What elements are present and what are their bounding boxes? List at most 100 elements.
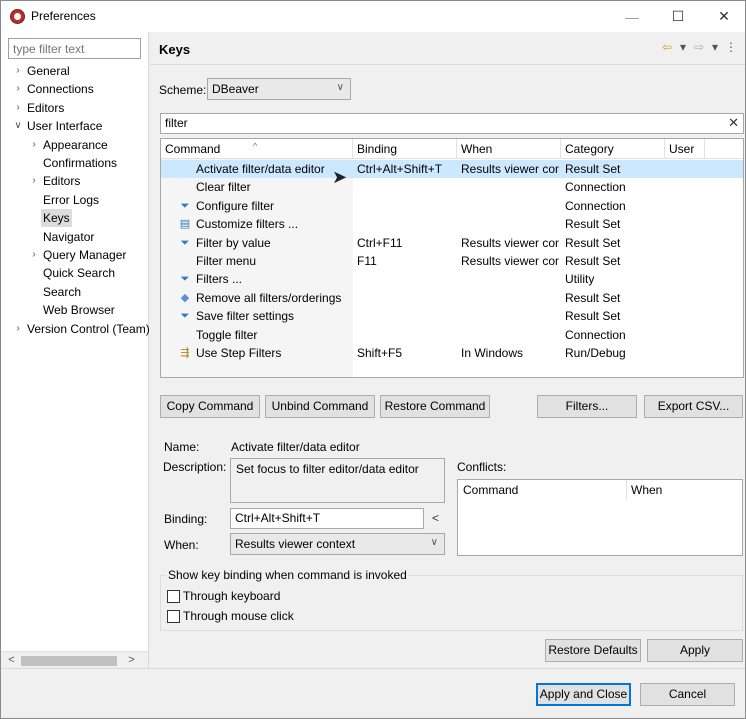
apply-and-close-button[interactable]: Apply and Close: [536, 683, 631, 706]
when-select[interactable]: Results viewer context ∨: [230, 533, 445, 555]
conflicts-table[interactable]: Command When: [457, 479, 743, 556]
back-dropdown-icon[interactable]: ▾: [677, 40, 689, 54]
chevron-right-icon[interactable]: ›: [29, 172, 39, 190]
sidebar-item[interactable]: › Connections: [1, 80, 149, 98]
chevron-right-icon[interactable]: ›: [29, 136, 39, 154]
table-row[interactable]: ⏷ Filter by value Ctrl+F11 Results viewer c…: [161, 234, 743, 252]
sidebar-item[interactable]: › Version Control (Team): [1, 320, 149, 338]
sidebar-item-label: Quick Search: [43, 266, 116, 281]
sidebar-item[interactable]: Error Logs: [1, 191, 149, 209]
table-row[interactable]: ⏷ Save filter settings Result Set: [161, 307, 743, 325]
through-mouse-checkbox[interactable]: [167, 610, 180, 623]
binding-menu-arrow-icon[interactable]: <: [432, 511, 439, 525]
table-row[interactable]: ▤ Customize filters ... Result Set: [161, 215, 743, 233]
sidebar-item[interactable]: › Appearance: [1, 136, 149, 154]
sidebar-item[interactable]: Quick Search: [1, 264, 149, 282]
table-row[interactable]: ⇶ Use Step Filters Shift+F5 In Windows Run/D…: [161, 344, 743, 362]
cancel-button[interactable]: Cancel: [640, 683, 735, 706]
sidebar-item[interactable]: › Query Manager: [1, 246, 149, 264]
through-keyboard-checkbox[interactable]: [167, 590, 180, 603]
cell-user: [669, 307, 705, 325]
scheme-label: Scheme:: [159, 83, 207, 97]
sidebar-item[interactable]: ∨ User Interface: [1, 117, 149, 135]
chevron-right-icon[interactable]: ›: [29, 246, 39, 264]
maximize-icon[interactable]: ☐: [655, 1, 701, 32]
column-header-when[interactable]: When: [457, 139, 561, 159]
sidebar-item[interactable]: › Editors: [1, 99, 149, 117]
through-mouse-label: Through mouse click: [183, 609, 294, 623]
scrollbar-thumb[interactable]: [21, 656, 117, 666]
conflicts-label: Conflicts:: [457, 460, 507, 474]
scheme-select[interactable]: DBeaver ∨: [207, 78, 351, 100]
column-header-command[interactable]: Command ^: [161, 139, 353, 159]
conflicts-header-when[interactable]: When: [627, 480, 742, 500]
sidebar-item[interactable]: Keys: [1, 209, 149, 228]
restore-defaults-button[interactable]: Restore Defaults: [545, 639, 641, 662]
table-row[interactable]: Clear filter Connection: [161, 178, 743, 196]
minimize-icon[interactable]: —: [609, 1, 655, 32]
clear-filter-icon[interactable]: ✕: [728, 115, 739, 131]
back-arrow-icon[interactable]: ⇦: [661, 40, 673, 54]
column-header-category[interactable]: Category: [561, 139, 665, 159]
cell-when: Results viewer context: [461, 235, 559, 250]
sidebar-item[interactable]: Confirmations: [1, 154, 149, 172]
table-row[interactable]: Filter menu F11 Results viewer context Resu…: [161, 252, 743, 270]
scroll-left-icon[interactable]: <: [3, 652, 20, 669]
dbeaver-app-icon: [10, 9, 25, 24]
chevron-right-icon[interactable]: ›: [13, 62, 23, 80]
copy-command-button[interactable]: Copy Command: [160, 395, 260, 418]
cell-category: Result Set: [565, 217, 621, 232]
sidebar-item-label: Navigator: [43, 229, 95, 244]
page-navigation: ⇦ ▾ ⇨ ▾ ⋮: [661, 40, 737, 54]
cell-user: [669, 344, 705, 362]
cell-category: Utility: [565, 272, 595, 287]
binding-input[interactable]: Ctrl+Alt+Shift+T: [230, 508, 424, 529]
chevron-right-icon[interactable]: ›: [13, 99, 23, 117]
restore-command-button[interactable]: Restore Command: [380, 395, 490, 418]
scroll-right-icon[interactable]: >: [123, 652, 140, 669]
key-bindings-table[interactable]: Command ^ Binding When Category User Acti…: [160, 138, 744, 378]
chevron-right-icon[interactable]: ›: [13, 80, 23, 98]
chevron-right-icon[interactable]: ›: [13, 320, 23, 338]
sidebar-item[interactable]: Web Browser: [1, 301, 149, 319]
cell-binding: [357, 197, 455, 215]
sidebar-item[interactable]: › General: [1, 62, 149, 80]
sidebar-horizontal-scrollbar[interactable]: < >: [1, 651, 148, 668]
sidebar-item-label: Keys: [41, 209, 72, 228]
cell-command: Activate filter/data editor: [196, 162, 325, 176]
view-menu-icon[interactable]: ⋮: [725, 40, 737, 54]
cell-category: Result Set: [565, 254, 621, 268]
sidebar-item-label: Editors: [43, 174, 81, 189]
cell-command: Save filter settings: [196, 309, 295, 324]
chevron-down-icon[interactable]: ∨: [13, 117, 23, 135]
keys-filter-input[interactable]: filter ✕: [160, 113, 744, 134]
forward-dropdown-icon[interactable]: ▾: [709, 40, 721, 54]
table-row[interactable]: Toggle filter Connection: [161, 326, 743, 344]
sidebar-item[interactable]: Search: [1, 283, 149, 301]
cell-when: Results viewer context: [461, 254, 559, 268]
footer-divider: [1, 668, 745, 669]
column-header-binding[interactable]: Binding: [353, 139, 457, 159]
cell-when: [461, 326, 559, 344]
conflicts-header-command[interactable]: Command: [458, 480, 627, 500]
export-csv-button[interactable]: Export CSV...: [644, 395, 743, 418]
description-field[interactable]: Set focus to filter editor/data editor: [230, 458, 445, 503]
unbind-command-button[interactable]: Unbind Command: [265, 395, 375, 418]
tree-filter-input[interactable]: [8, 38, 141, 59]
apply-button[interactable]: Apply: [647, 639, 743, 662]
cell-command: Configure filter: [196, 198, 275, 213]
cell-command: Filter by value: [196, 235, 271, 250]
filters-button[interactable]: Filters...: [537, 395, 637, 418]
table-row[interactable]: ◆ Remove all filters/orderings Result Set: [161, 289, 743, 307]
sidebar-item[interactable]: › Editors: [1, 172, 149, 190]
column-header-user[interactable]: User: [665, 139, 705, 159]
sidebar-item-label: Web Browser: [43, 303, 115, 318]
table-row[interactable]: Activate filter/data editor Ctrl+Alt+Shif…: [161, 160, 743, 179]
table-header: Command ^ Binding When Category User: [161, 139, 743, 159]
close-icon[interactable]: ✕: [701, 1, 746, 32]
cell-user: [669, 252, 705, 270]
forward-arrow-icon[interactable]: ⇨: [693, 40, 705, 54]
table-row[interactable]: ⏷ Filters ... Utility: [161, 270, 743, 288]
sidebar-item[interactable]: Navigator: [1, 228, 149, 246]
table-row[interactable]: ⏷ Configure filter Connection: [161, 197, 743, 215]
